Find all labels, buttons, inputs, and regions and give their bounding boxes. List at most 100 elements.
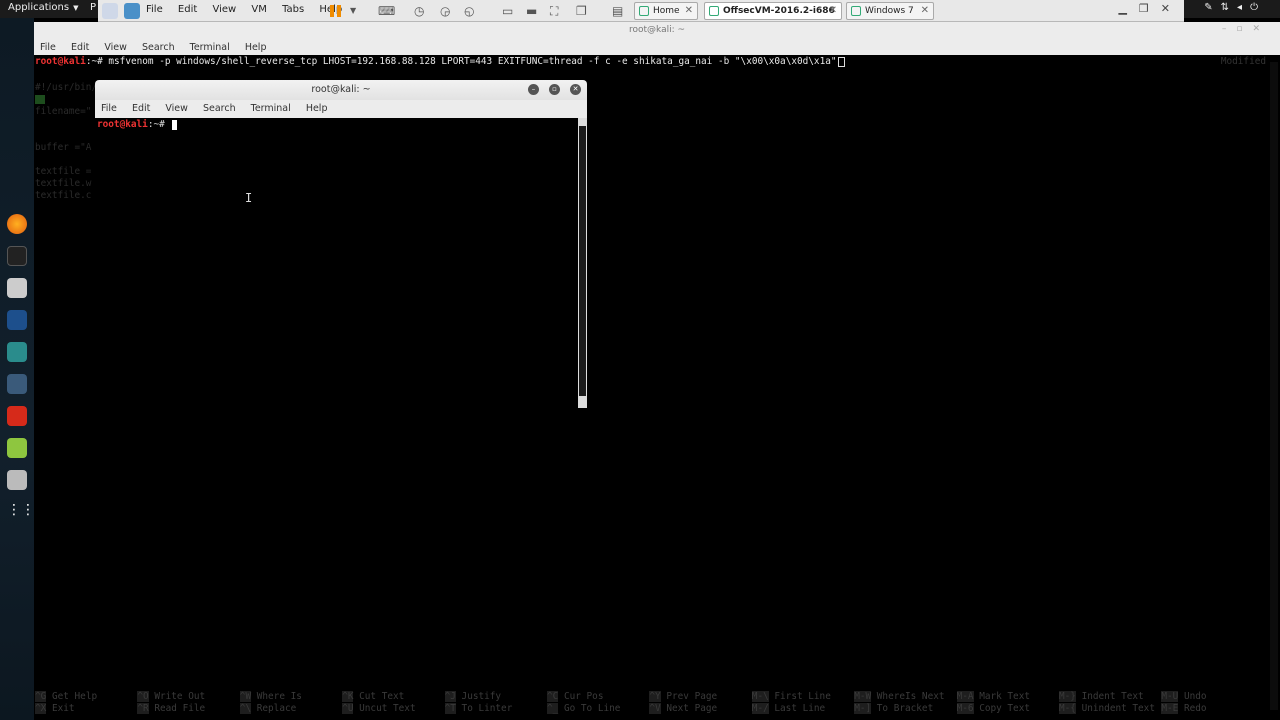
tab-offsecvm[interactable]: OffsecVM-2016.2-i686 ✕ xyxy=(704,2,842,20)
maximize-icon[interactable]: ▫ xyxy=(549,84,560,95)
nano-shortcut-key: ^O xyxy=(137,691,149,702)
nano-shortcut-key: ^Y xyxy=(649,691,661,702)
leafpad-icon[interactable] xyxy=(7,438,27,458)
menu-edit[interactable]: Edit xyxy=(71,42,89,53)
vm-menu-view[interactable]: View xyxy=(212,4,236,15)
vm-icon xyxy=(851,6,861,16)
nano-shortcut-label: Replace xyxy=(256,703,297,714)
nano-shortcut-key: ^G xyxy=(35,691,47,702)
metasploit-icon[interactable] xyxy=(7,310,27,330)
menu-file[interactable]: File xyxy=(40,42,56,53)
menu-terminal[interactable]: Terminal xyxy=(190,42,230,53)
minimize-icon[interactable]: ▁ xyxy=(1118,2,1138,15)
maximize-icon[interactable]: ❐ xyxy=(1139,2,1161,15)
menu-help[interactable]: Help xyxy=(245,42,267,53)
close-icon[interactable]: ✕ xyxy=(1161,2,1182,15)
power-icon[interactable]: ⏻ xyxy=(1250,2,1266,13)
close-icon[interactable]: ✕ xyxy=(685,5,693,16)
burpsuite-icon[interactable] xyxy=(7,374,27,394)
nano-shortcut-line: M-] To Bracket xyxy=(854,703,944,715)
show-apps-icon[interactable]: ⋮⋮⋮ xyxy=(7,502,49,522)
view-unity-icon[interactable]: ▬ xyxy=(526,4,537,18)
nano-shortcut-label: Indent Text xyxy=(1081,691,1144,702)
outer-scrollbar[interactable] xyxy=(1270,62,1278,710)
unity-icon[interactable]: ❐ xyxy=(576,4,587,18)
fullscreen-icon[interactable]: ⛶ xyxy=(550,4,558,19)
nano-shortcut-line: ^U Uncut Text xyxy=(342,703,416,715)
vm-menu-tabs[interactable]: Tabs xyxy=(282,4,304,15)
pin-icon[interactable] xyxy=(102,3,118,19)
vm-menu-file[interactable]: File xyxy=(146,4,163,15)
faraday-icon[interactable] xyxy=(7,406,27,426)
terminal-icon[interactable] xyxy=(7,246,27,266)
library-icon[interactable]: ▤ xyxy=(612,4,623,18)
menu-search[interactable]: Search xyxy=(142,42,175,53)
armitage-icon[interactable] xyxy=(7,342,27,362)
menu-view[interactable]: View xyxy=(104,42,127,53)
ibeam-cursor-icon: I xyxy=(245,191,253,205)
files-icon[interactable] xyxy=(7,278,27,298)
tab-home[interactable]: Home ✕ xyxy=(634,2,698,20)
menu-view[interactable]: View xyxy=(165,103,188,114)
wrench-icon[interactable]: ✎ xyxy=(1204,2,1220,13)
nano-shortcut-key: ^T xyxy=(444,703,456,714)
tab-windows7[interactable]: Windows 7 ✕ xyxy=(846,2,934,20)
nano-shortcut-key: M-/ xyxy=(751,703,769,714)
screenshot-icon[interactable] xyxy=(7,470,27,490)
view-console-icon[interactable]: ▭ xyxy=(502,4,513,18)
nano-shortcut-line: ^T To Linter xyxy=(444,703,512,715)
menu-search[interactable]: Search xyxy=(203,103,236,114)
nano-shortcut-line: ^J Justify xyxy=(444,691,513,703)
minimize-icon[interactable]: – xyxy=(528,84,539,95)
firefox-icon[interactable] xyxy=(7,214,27,234)
menu-edit[interactable]: Edit xyxy=(132,103,150,114)
send-keys-icon[interactable]: ⌨ xyxy=(378,4,395,18)
nano-shortcut-key: ^R xyxy=(137,703,149,714)
volume-icon[interactable]: ◂ xyxy=(1237,2,1250,13)
vmware-menubar: File Edit View VM Tabs Help xyxy=(146,4,354,15)
inner-scrollbar[interactable] xyxy=(578,118,587,408)
system-tray[interactable]: ✎⇅◂⏻ xyxy=(1204,2,1266,13)
outer-window-controls: –▫✕ xyxy=(1222,24,1270,34)
applications-menu[interactable]: Applications ▼ xyxy=(8,2,78,13)
nano-shortcut-line: M-\ First Line xyxy=(751,691,831,703)
nano-shortcut-key: M-6 xyxy=(956,703,974,714)
dash-dock: ⋮⋮⋮ xyxy=(0,18,49,720)
menu-file[interactable]: File xyxy=(101,103,117,114)
nano-shortcut-label: Mark Text xyxy=(979,691,1030,702)
dropdown-icon[interactable]: ▼ xyxy=(350,6,356,15)
nano-shortcut-key: ^_ xyxy=(547,703,559,714)
inner-terminal-window[interactable]: root@kali: ~ – ▫ ✕ File Edit View Search… xyxy=(95,80,587,408)
nano-marker xyxy=(35,95,45,104)
snapshot-icon[interactable]: ◷ xyxy=(414,4,424,18)
inner-terminal-titlebar[interactable]: root@kali: ~ – ▫ ✕ xyxy=(95,80,587,100)
nano-shortcut-label: Exit xyxy=(51,703,75,714)
revert-snapshot-icon[interactable]: ◶ xyxy=(440,4,450,18)
vm-menu-vm[interactable]: VM xyxy=(251,4,266,15)
nano-shortcut-line: ^K Cut Text xyxy=(342,691,415,703)
close-icon[interactable]: ✕ xyxy=(570,84,581,95)
snapshot-manager-icon[interactable]: ◵ xyxy=(464,4,474,18)
menu-help[interactable]: Help xyxy=(306,103,328,114)
nano-shortcut-label: To Bracket xyxy=(876,703,934,714)
close-icon[interactable]: ✕ xyxy=(829,5,837,16)
inner-terminal-body[interactable]: root@kali:~# xyxy=(95,118,587,408)
menu-terminal[interactable]: Terminal xyxy=(251,103,291,114)
network-icon[interactable]: ⇅ xyxy=(1221,2,1237,13)
prompt-suffix: :~# xyxy=(85,56,109,67)
inner-command-line[interactable]: root@kali:~# xyxy=(97,119,178,130)
command-line[interactable]: root@kali:~# msfvenom -p windows/shell_r… xyxy=(35,56,845,67)
places-menu[interactable]: P xyxy=(90,2,96,13)
vm-menu-edit[interactable]: Edit xyxy=(178,4,197,15)
close-icon[interactable]: ✕ xyxy=(1252,24,1270,34)
nano-shortcut-line: M-/ Last Line xyxy=(751,703,831,715)
nano-shortcut-key: ^K xyxy=(342,691,354,702)
outer-terminal-titlebar[interactable]: root@kali: ~ –▫✕ xyxy=(34,22,1280,40)
tab-label: Windows 7 xyxy=(865,6,914,16)
nano-shortcut: M-W WhereIs Next M-] To Bracket xyxy=(854,691,945,715)
close-icon[interactable]: ✕ xyxy=(921,5,929,16)
maximize-icon[interactable]: ▫ xyxy=(1236,24,1252,34)
pause-icon[interactable] xyxy=(330,5,341,17)
scrollbar-thumb[interactable] xyxy=(579,126,586,396)
minimize-icon[interactable]: – xyxy=(1222,24,1237,34)
